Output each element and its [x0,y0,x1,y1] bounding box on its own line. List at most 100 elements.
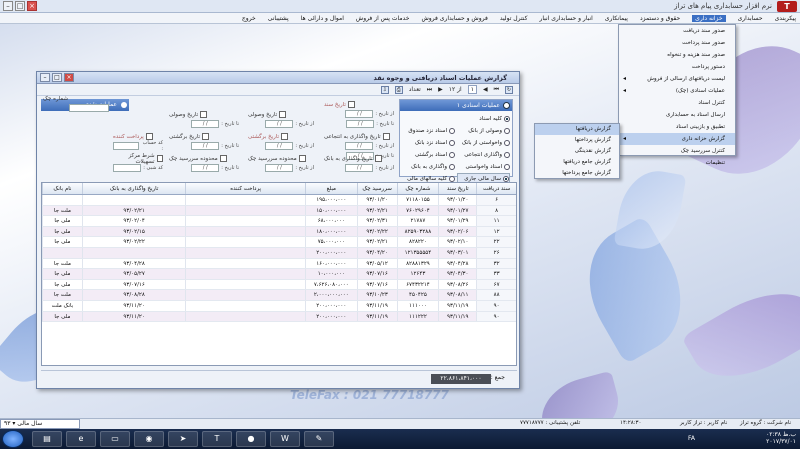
menu-item[interactable]: ارسال اسناد به حسابداری [619,109,735,121]
menu-item[interactable]: تنظیمات [619,157,735,169]
checkbox[interactable] [374,155,382,162]
opt-returned[interactable]: اسناد برگشتی [402,149,455,160]
col-check-no[interactable]: شماره چک [396,183,439,194]
col-due-date[interactable]: سررسید چک [356,183,397,194]
checkbox[interactable] [200,111,208,118]
table-row[interactable]: ۲۲ ۹۳/۰۲/۱۰ ۸۲۸۲۲۰ ۹۳/۰۲/۲۱ ۷۵،۰۰۰،۰۰۰ ۹۳/۰۲/… [42,237,516,248]
date-to-input[interactable]: / / [346,120,375,128]
close-icon[interactable]: × [64,73,74,82]
table-row[interactable]: ۸ ۹۳/۰۱/۲۷ ۷۶۰۲۹۶۰۴ ۹۳/۰۲/۲۱ ۱۵۰،۰۰۰،۰۰۰ ۹۳/۰… [42,205,516,217]
first-page-icon[interactable]: ⏮ [494,86,499,94]
table-row[interactable]: ۶ ۹۳/۰۱/۲۰ ۷۱۱۸۰۱۵۵ ۹۳/۰۱/۲۰ ۱۹۵،۰۰۰،۰۰۰ [42,195,516,206]
menu-after-sales[interactable]: خدمات پس از فروش [356,15,410,22]
minimize-icon[interactable]: – [3,1,13,11]
maximize-icon[interactable]: □ [52,73,62,82]
menu-inventory[interactable]: انبار و حسابداری انبار [539,15,592,22]
col-payer[interactable]: پرداخت کننده [185,183,304,194]
refresh-icon[interactable]: ↻ [505,85,513,94]
center-code-input[interactable] [113,164,142,172]
menu-config[interactable]: پیکربندی [775,15,796,22]
menu-item[interactable]: ◂ عملیات اسنادی (چک) [619,85,735,97]
opt-at-bank[interactable]: اسناد نزد بانک [402,137,455,148]
taraz-app-icon[interactable]: T [202,431,232,447]
last-page-icon[interactable]: ⏭ [427,86,432,94]
date-from-input[interactable]: / / [265,142,294,150]
submenu-item-receipts[interactable]: گزارش دریافتها [535,124,619,135]
submenu-item[interactable]: گزارش جامع دریافتها [535,157,619,168]
col-doc-date[interactable]: تاریخ سند [438,183,476,194]
table-row[interactable]: ۶۷ ۹۳/۰۸/۲۶ ۶۷۴۳۲۲۱۴ ۹۳/۰۷/۱۶ ۷،۶۲۶،۰۸۰،۰۰۰ ۹… [42,279,516,291]
menu-item[interactable]: دستور پرداخت [619,61,735,73]
submenu-item[interactable]: گزارش پرداختها [535,135,619,146]
fiscal-year-select[interactable]: ۹۳ ▾ سال مالی [0,419,80,429]
col-receipt-no[interactable]: سند دریافت [476,183,516,194]
menu-item-treasury-report[interactable]: ◂ گزارش خزانه داری [619,133,735,145]
media-icon[interactable]: ● [236,431,266,447]
menu-payroll[interactable]: حقوق و دستمزد [640,15,680,22]
menu-contracting[interactable]: پیمانکاری [605,15,628,22]
opt-in-cashbox[interactable]: اسناد نزد صندوق [402,125,455,136]
date-to-input[interactable]: / / [191,120,220,128]
menu-sales[interactable]: فروش و حسابداری فروش [421,15,487,22]
doc-ops-radio[interactable] [503,102,510,109]
language-indicator[interactable]: FA [688,435,695,442]
close-icon[interactable]: × [27,1,37,11]
print-icon[interactable]: ⎙ [394,85,403,94]
menu-exit[interactable]: خروج [242,15,256,22]
telegram-icon[interactable]: ➤ [168,431,198,447]
submenu-item[interactable]: گزارش نقدینگی [535,146,619,157]
menu-item[interactable]: صدور سند دریافت [619,25,735,37]
payer-code-input[interactable] [113,142,140,150]
page-input[interactable]: ۱ [467,85,477,94]
table-row[interactable]: ۹۰ ۹۳/۱۱/۱۹ ۱۱۱۲۲۲ ۹۳/۱۱/۱۹ ۲۰۰،۰۰۰،۰۰۰ ۹۳/۱۱… [42,311,516,323]
check-no-input[interactable] [69,104,109,112]
checkbox[interactable] [347,101,355,108]
table-row[interactable]: ۹۰ ۹۳/۱۱/۱۹ ۱۱۱۰۰۰ ۹۳/۱۱/۱۹ ۲۰۰،۰۰۰،۰۰۰ ۹۳/۱۱… [42,300,516,312]
opt-assigned[interactable]: واگذاری انتجاعی [457,149,510,160]
col-bank-assign-date[interactable]: تاریخ واگذاری به بانک [81,183,186,194]
opt-protest-bank[interactable]: واخواستی از بانک [457,137,510,148]
opt-bank-collected[interactable]: وصولی از بانک [457,125,510,136]
table-row[interactable]: ۳۲ ۹۳/۰۴/۲۸ ۸۲۸۸۱۳۲۹ ۹۳/۰۵/۱۲ ۱۶۰،۰۰۰،۰۰۰ ۹۳/… [42,258,516,270]
paint-icon[interactable]: ✎ [304,431,334,447]
date-to-input[interactable]: / / [191,164,220,172]
checkbox[interactable] [219,155,227,162]
table-row[interactable]: ۳۳ ۹۳/۰۴/۳۰ ۱۲۶۴۳ ۹۳/۰۷/۱۶ ۱۰،۰۰۰،۰۰۰ ۹۳/۰۵/۲… [42,269,516,280]
table-row[interactable]: ۱۲ ۹۳/۰۲/۰۶ ۸۲۵۹۰۳۲۸۸ ۹۳/۰۲/۲۲ ۱۸۰،۰۰۰،۰۰۰ ۹۳… [42,226,516,238]
folder-icon[interactable]: ▭ [100,431,130,447]
menu-treasury[interactable]: خزانه داری [692,14,726,22]
table-row[interactable]: ۱۱ ۹۳/۰۱/۲۹ ۲۱۷۸۷ ۹۳/۰۲/۳۱ ۶۸،۰۰۰،۰۰۰ ۹۳/۰۲/۰… [42,216,516,227]
date-from-input[interactable]: / / [345,110,374,118]
checkbox[interactable] [156,155,163,162]
start-button-icon[interactable] [2,430,24,448]
checkbox[interactable] [382,133,390,140]
col-bank-name[interactable]: نام بانک [42,183,82,194]
menu-support[interactable]: پشتیبانی [268,15,289,22]
date-to-input[interactable]: / / [191,142,220,150]
table-row[interactable]: ۸۸ ۹۳/۰۸/۱۱ ۴۵۰۴۲۵ ۹۳/۱۰/۲۳ ۲،۰۰۰،۰۰۰،۰۰۰ ۹۳/… [42,290,516,301]
date-from-input[interactable]: / / [265,164,294,172]
system-tray-clock[interactable]: ۰۲:۳۸ ب.ظ ۲۰۱۷/۳۷/۰۱ [766,431,796,445]
next-page-icon[interactable]: ▶ [438,86,443,93]
prev-page-icon[interactable]: ◀ [483,86,488,93]
submenu-item[interactable]: گزارش جامع پرداختها [535,168,619,179]
date-from-input[interactable]: / / [265,120,294,128]
menu-production[interactable]: کنترل تولید [500,15,528,22]
date-from-input[interactable]: / / [345,164,374,172]
maximize-icon[interactable]: □ [15,1,25,11]
minimize-icon[interactable]: – [40,73,50,82]
checkbox[interactable] [145,133,153,140]
menu-accounting[interactable]: حسابداری [738,15,763,22]
ie-icon[interactable]: e [66,431,96,447]
doc-ops-header[interactable]: عملیات اسنادی ۱ [400,100,512,111]
menu-item[interactable]: صدور سند پرداخت [619,37,735,49]
export-icon[interactable]: ⇩ [380,85,389,94]
checkbox[interactable] [281,133,289,140]
menu-item[interactable]: ◂ لیست دریافتهای ارسالی از فروش [619,73,735,85]
table-row[interactable]: ۲۶ ۹۳/۰۳/۰۱ ۱۲۱۳۵۵۵۵۴ ۹۳/۰۴/۲۰ ۲۰۰،۰۰۰،۰۰۰ [42,247,516,259]
checkbox[interactable] [202,133,210,140]
col-amount[interactable]: مبلغ [304,183,357,194]
menu-item[interactable]: تطبیق و بازبینی اسناد [619,121,735,133]
opt-protested[interactable]: اسناد واخواستی [457,161,510,172]
date-from-input[interactable]: / / [345,142,374,150]
